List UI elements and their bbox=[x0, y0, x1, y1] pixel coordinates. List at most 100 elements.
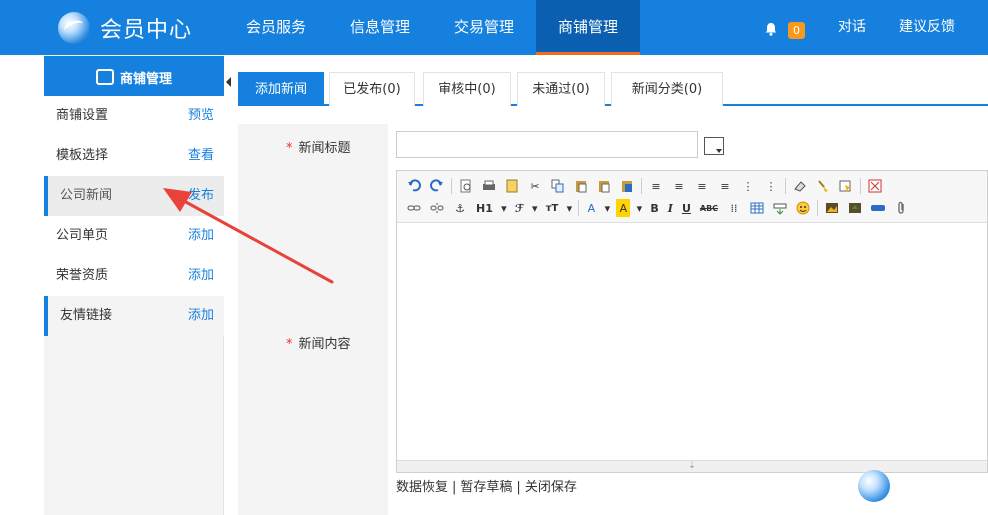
upload-image-icon[interactable] bbox=[846, 199, 864, 217]
chevron-down-icon[interactable]: ▾ bbox=[565, 199, 573, 217]
bold-button[interactable]: B bbox=[648, 199, 660, 217]
chevron-down-icon[interactable]: ▾ bbox=[531, 199, 539, 217]
form-label-column bbox=[238, 124, 388, 515]
sidebar-item-action-add[interactable]: 添加 bbox=[188, 216, 214, 256]
title-color-picker[interactable] bbox=[704, 137, 724, 155]
emoji-icon[interactable] bbox=[794, 199, 812, 217]
undo-icon[interactable] bbox=[405, 177, 423, 195]
highlight-color-icon[interactable]: A bbox=[616, 199, 631, 217]
editor-resize-handle[interactable]: ⇣ bbox=[397, 460, 987, 472]
horizontal-rule-icon[interactable]: ⁞⁞ bbox=[725, 199, 743, 217]
watermark-logo bbox=[858, 470, 890, 502]
sidebar-item-honors[interactable]: 荣誉资质 添加 bbox=[44, 256, 224, 296]
editor-actions: 数据恢复 | 暂存草稿 | 关闭保存 bbox=[396, 480, 577, 495]
news-title-input[interactable] bbox=[396, 131, 698, 158]
chevron-down-icon[interactable]: ▾ bbox=[500, 199, 508, 217]
save-draft-link[interactable]: 暂存草稿 bbox=[460, 480, 512, 495]
logo[interactable]: 会员中心 bbox=[58, 12, 208, 44]
italic-button[interactable]: I bbox=[666, 199, 675, 217]
paste-icon[interactable] bbox=[572, 177, 590, 195]
top-bar: 会员中心 会员服务 信息管理 交易管理 商铺管理 0 对话 建议反馈 bbox=[0, 0, 988, 55]
sidebar-item-label: 荣誉资质 bbox=[56, 268, 109, 283]
nav-info-management[interactable]: 信息管理 bbox=[336, 0, 424, 55]
align-justify-icon[interactable]: ≡ bbox=[716, 177, 734, 195]
logo-icon bbox=[58, 12, 90, 44]
font-color-icon[interactable]: A bbox=[584, 199, 598, 217]
tab-under-review[interactable]: 审核中(0) bbox=[423, 72, 511, 106]
sidebar-item-friend-links[interactable]: 友情链接 添加 bbox=[44, 296, 224, 336]
underline-button[interactable]: U bbox=[680, 199, 693, 217]
sidebar-item-action-view[interactable]: 查看 bbox=[188, 136, 214, 176]
align-right-icon[interactable]: ≡ bbox=[693, 177, 711, 195]
sidebar-item-company-page[interactable]: 公司单页 添加 bbox=[44, 216, 224, 256]
collapse-sidebar-icon[interactable] bbox=[224, 74, 234, 90]
site-title: 会员中心 bbox=[100, 18, 193, 43]
attachment-icon[interactable] bbox=[892, 199, 910, 217]
tab-news-category[interactable]: 新闻分类(0) bbox=[611, 72, 723, 106]
link-icon[interactable] bbox=[405, 199, 423, 217]
align-center-icon[interactable]: ≡ bbox=[670, 177, 688, 195]
align-left-icon[interactable]: ≡ bbox=[647, 177, 665, 195]
paste-word-icon[interactable] bbox=[618, 177, 636, 195]
sidebar-item-label: 友情链接 bbox=[60, 308, 113, 323]
nav-shop-management[interactable]: 商铺管理 bbox=[536, 0, 640, 55]
close-save-link[interactable]: 关闭保存 bbox=[525, 480, 577, 495]
select-all-icon[interactable] bbox=[837, 177, 855, 195]
rich-text-editor[interactable]: ✂ ≡ ≡ ≡ ≡ ⋮ ⋮ ⚓ H1 ▾ ℱ ▾ тT ▾ A ▾ A ▾ B … bbox=[396, 170, 988, 473]
required-mark: * bbox=[286, 337, 293, 352]
sidebar-item-label: 模板选择 bbox=[56, 148, 109, 163]
unlink-icon[interactable] bbox=[428, 199, 446, 217]
sidebar-item-company-news[interactable]: 公司新闻 发布 bbox=[44, 176, 224, 216]
tab-bar: 添加新闻 已发布(0) 审核中(0) 未通过(0) 新闻分类(0) bbox=[238, 72, 988, 106]
sidebar-item-action-publish[interactable]: 发布 bbox=[188, 176, 214, 216]
sidebar-item-action-add[interactable]: 添加 bbox=[188, 256, 214, 296]
sidebar-item-shop-settings[interactable]: 商铺设置 预览 bbox=[44, 96, 224, 136]
nav-member-service[interactable]: 会员服务 bbox=[232, 0, 320, 55]
sidebar-item-label: 公司单页 bbox=[56, 228, 109, 243]
paste-text-icon[interactable] bbox=[595, 177, 613, 195]
tab-rejected[interactable]: 未通过(0) bbox=[517, 72, 605, 106]
restore-data-link[interactable]: 数据恢复 bbox=[396, 480, 448, 495]
sidebar-header: 商铺管理 bbox=[44, 56, 224, 98]
font-family-button[interactable]: ℱ bbox=[513, 199, 526, 217]
feedback-link[interactable]: 建议反馈 bbox=[894, 0, 960, 55]
redo-icon[interactable] bbox=[428, 177, 446, 195]
nav-trade-management[interactable]: 交易管理 bbox=[440, 0, 528, 55]
tab-published[interactable]: 已发布(0) bbox=[329, 72, 415, 106]
copy-icon[interactable] bbox=[549, 177, 567, 195]
format-brush-icon[interactable] bbox=[814, 177, 832, 195]
strikethrough-button[interactable]: ABC bbox=[698, 199, 720, 217]
ordered-list-icon[interactable]: ⋮ bbox=[739, 177, 757, 195]
tab-add-news[interactable]: 添加新闻 bbox=[238, 72, 324, 106]
editor-toolbar: ✂ ≡ ≡ ≡ ≡ ⋮ ⋮ ⚓ H1 ▾ ℱ ▾ тT ▾ A ▾ A ▾ B … bbox=[397, 171, 987, 223]
unordered-list-icon[interactable]: ⋮ bbox=[762, 177, 780, 195]
content-label: * 新闻内容 bbox=[286, 337, 351, 352]
sidebar-item-label: 公司新闻 bbox=[60, 188, 113, 203]
shop-icon bbox=[95, 69, 114, 85]
heading-button[interactable]: H1 bbox=[474, 199, 495, 217]
fullscreen-icon[interactable] bbox=[866, 177, 884, 195]
template-icon[interactable] bbox=[503, 177, 521, 195]
sidebar-item-action-add[interactable]: 添加 bbox=[188, 296, 214, 336]
print-icon[interactable] bbox=[480, 177, 498, 195]
insert-image-icon[interactable] bbox=[823, 199, 841, 217]
insert-media-icon[interactable] bbox=[869, 199, 887, 217]
sidebar-item-action-preview[interactable]: 预览 bbox=[188, 96, 214, 136]
bell-icon[interactable] bbox=[764, 22, 778, 36]
sidebar-title: 商铺管理 bbox=[119, 71, 172, 87]
chat-link[interactable]: 对话 bbox=[830, 0, 874, 55]
active-indicator bbox=[44, 296, 48, 336]
notification-badge: 0 bbox=[788, 22, 805, 39]
sidebar-item-template[interactable]: 模板选择 查看 bbox=[44, 136, 224, 176]
preview-icon[interactable] bbox=[457, 177, 475, 195]
insert-row-icon[interactable] bbox=[771, 199, 789, 217]
table-icon[interactable] bbox=[748, 199, 766, 217]
clear-format-icon[interactable] bbox=[791, 177, 809, 195]
font-size-button[interactable]: тT bbox=[544, 199, 561, 217]
anchor-icon[interactable]: ⚓ bbox=[451, 199, 469, 217]
chevron-down-icon[interactable]: ▾ bbox=[635, 199, 643, 217]
active-indicator bbox=[44, 176, 48, 216]
cut-icon[interactable]: ✂ bbox=[526, 177, 544, 195]
chevron-down-icon[interactable]: ▾ bbox=[603, 199, 611, 217]
required-mark: * bbox=[286, 141, 293, 156]
